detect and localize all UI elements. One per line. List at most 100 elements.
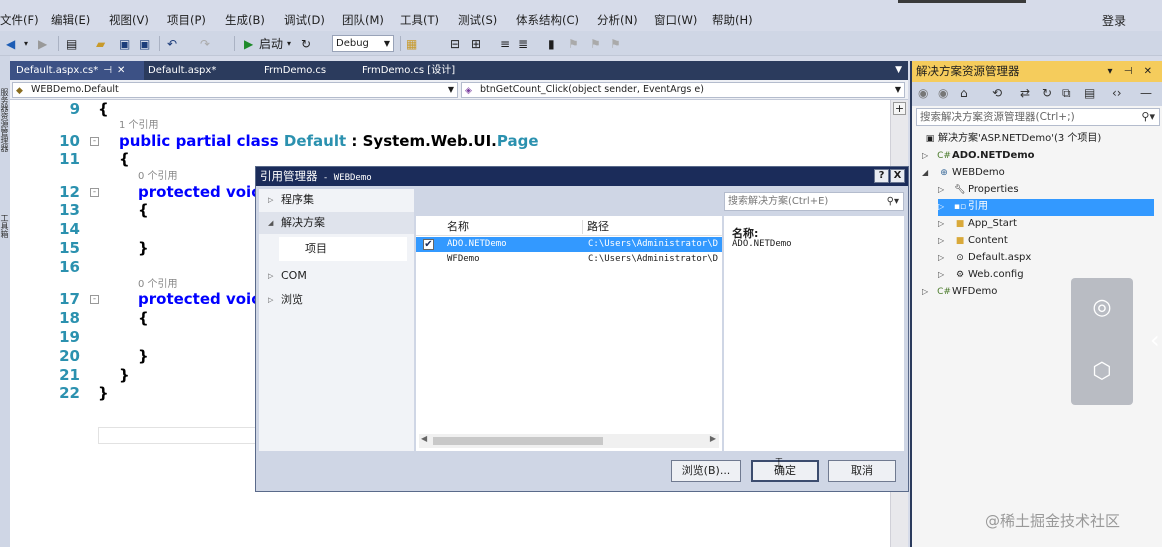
ok-button[interactable]: 确定 [751, 460, 819, 482]
close-icon[interactable]: ✕ [117, 65, 125, 76]
help-button[interactable]: ? [874, 169, 889, 183]
member-selector[interactable]: ◈ btnGetCount_Click(object sender, EventA… [461, 82, 905, 98]
collapse-icon[interactable]: - [90, 295, 99, 304]
scroll-left-icon[interactable]: ◀ [421, 434, 427, 443]
forward-icon[interactable]: ▶ [38, 35, 47, 52]
refresh-icon[interactable]: ↻ [301, 35, 311, 52]
reference-count[interactable]: 1 个引用 [119, 116, 159, 131]
sync-icon[interactable]: ⇄ [1020, 86, 1030, 100]
format-icon[interactable]: ⊞ [471, 35, 481, 52]
align-icon[interactable]: ⊟ [450, 35, 460, 52]
tree-item-wfdemo[interactable]: ▷ C#WFDemo [922, 284, 997, 301]
tree-item-references[interactable]: ▷ ▪▫ 引用 [938, 199, 1154, 216]
pin-icon[interactable]: ⊣ [103, 65, 112, 76]
browse-button[interactable]: 浏览(B)... [671, 460, 741, 482]
tree-item-default-aspx[interactable]: ▷ ⊙ Default.aspx [938, 250, 1031, 267]
expand-icon[interactable]: ▷ [938, 216, 952, 232]
camera-icon[interactable]: ◎ [1088, 294, 1116, 322]
bookmark-icon[interactable]: ▮ [548, 35, 555, 52]
tree-item-ado-netdemo[interactable]: ▷ C#ADO.NETDemo [922, 148, 1035, 165]
nav-solution[interactable]: ◢ 解决方案 [259, 212, 414, 234]
redo-icon[interactable]: ↷ [200, 35, 210, 52]
server-explorer-tab[interactable]: 服务器资源管理器 [0, 88, 10, 152]
expand-icon[interactable]: ▷ [938, 233, 952, 249]
collapse-icon[interactable]: - [90, 137, 99, 146]
back-icon[interactable]: ◀ [6, 35, 15, 52]
tree-item-webdemo[interactable]: ◢ ⊕ WEBDemo [922, 165, 1005, 182]
column-name-header[interactable]: 名称 [447, 218, 469, 236]
open-file-icon[interactable]: ▰ [96, 35, 105, 52]
expand-icon[interactable]: ▷ [938, 199, 952, 215]
bookmark-clear-icon[interactable]: ⚑ [610, 35, 621, 52]
start-icon[interactable]: ▶ [244, 35, 253, 52]
back-icon[interactable]: ◉ [918, 86, 928, 100]
tree-item-content[interactable]: ▷ ■ Content [938, 233, 1008, 250]
tab-overflow-icon[interactable]: ▼ [895, 61, 902, 80]
checkbox-checked[interactable]: ✔ [423, 239, 434, 250]
dialog-search-input[interactable]: 搜索解决方案(Ctrl+E) ⚲▾ [724, 192, 904, 211]
bookmark-prev-icon[interactable]: ⚑ [568, 35, 579, 52]
menu-window[interactable]: 窗口(W) [654, 12, 697, 28]
menu-architecture[interactable]: 体系结构(C) [516, 12, 579, 28]
hexagon-plus-icon[interactable]: ⬡ [1088, 358, 1116, 386]
find-icon[interactable]: ▦ [406, 35, 417, 52]
list-row-ado-netdemo[interactable]: ✔ ADO.NETDemo C:\Users\Administrator\D [416, 237, 722, 252]
panel-controls-icon[interactable]: ▾ ⊣ ✕ [1108, 61, 1156, 82]
menu-help[interactable]: 帮助(H) [712, 12, 753, 28]
menu-build[interactable]: 生成(B) [225, 12, 265, 28]
menu-project[interactable]: 项目(P) [167, 12, 206, 28]
collapse-icon[interactable]: - [90, 188, 99, 197]
menu-analyze[interactable]: 分析(N) [597, 12, 638, 28]
settings-icon[interactable]: — [1140, 86, 1152, 100]
scroll-right-icon[interactable]: ▶ [710, 434, 716, 443]
collapse-all-icon[interactable]: ⧉ [1062, 86, 1071, 101]
save-icon[interactable]: ▣ [119, 35, 130, 52]
nav-com[interactable]: ▷ COM [259, 265, 414, 287]
chevron-left-icon[interactable]: ‹ [1150, 326, 1160, 354]
nav-assemblies[interactable]: ▷ 程序集 [259, 189, 414, 211]
menu-tools[interactable]: 工具(T) [400, 12, 439, 28]
tab-default-aspx-cs[interactable]: Default.aspx.cs* ⊣ ✕ [10, 61, 144, 80]
reference-count[interactable]: 0 个引用 [138, 275, 178, 290]
search-icon[interactable]: ⚲▾ [1141, 109, 1155, 125]
expand-icon[interactable]: ▷ [938, 267, 952, 283]
home-icon[interactable]: ⌂ [960, 86, 968, 100]
column-path-header[interactable]: 路径 [587, 218, 609, 236]
tab-frmdemo-design[interactable]: FrmDemo.cs [设计] [356, 61, 476, 80]
start-button[interactable]: 启动 [259, 35, 283, 52]
chevron-down-icon[interactable]: ▾ [24, 35, 28, 52]
reference-count[interactable]: 0 个引用 [138, 167, 178, 182]
menu-view[interactable]: 视图(V) [109, 12, 149, 28]
cancel-button[interactable]: 取消 [828, 460, 896, 482]
new-project-icon[interactable]: ▤ [66, 35, 77, 52]
solution-explorer-search[interactable]: 搜索解决方案资源管理器(Ctrl+;) ⚲▾ [916, 108, 1160, 126]
expand-icon[interactable]: ▷ [922, 284, 936, 300]
menu-team[interactable]: 团队(M) [342, 12, 384, 28]
close-button[interactable]: X [890, 169, 905, 183]
refresh-icon[interactable]: ↻ [1042, 86, 1052, 100]
expand-icon[interactable]: ▷ [938, 182, 952, 198]
expand-icon[interactable]: ▷ [938, 250, 952, 266]
tree-item-app-start[interactable]: ▷ ■ App_Start [938, 216, 1017, 233]
view-code-icon[interactable]: ‹› [1112, 86, 1122, 100]
login-link[interactable]: 登录 [1102, 12, 1126, 29]
menu-edit[interactable]: 编辑(E) [51, 12, 90, 28]
history-icon[interactable]: ⟲ [992, 86, 1002, 100]
nav-projects[interactable]: 项目 [279, 237, 407, 261]
tab-frmdemo-cs[interactable]: FrmDemo.cs [258, 61, 354, 80]
bookmark-next-icon[interactable]: ⚑ [590, 35, 601, 52]
scroll-thumb[interactable] [433, 437, 603, 445]
tree-item-properties[interactable]: ▷ 🔧︎ Properties [938, 182, 1019, 199]
menu-test[interactable]: 测试(S) [458, 12, 497, 28]
list-horizontal-scrollbar[interactable]: ◀ ▶ [419, 434, 719, 448]
show-all-files-icon[interactable]: ▤ [1084, 86, 1095, 100]
collapse-icon[interactable]: ◢ [922, 165, 936, 181]
toolbox-tab[interactable]: 工具箱 [0, 214, 10, 238]
chevron-down-icon[interactable]: ▾ [287, 35, 291, 52]
menu-debug[interactable]: 调试(D) [284, 12, 325, 28]
comment-icon[interactable]: ≡ [500, 35, 510, 52]
list-row-wfdemo[interactable]: WFDemo C:\Users\Administrator\D [416, 252, 722, 267]
save-all-icon[interactable]: ▣ [139, 35, 150, 52]
tree-item-solution[interactable]: ▣ 解决方案'ASP.NETDemo'(3 个项目) [922, 131, 1102, 148]
undo-icon[interactable]: ↶ [167, 35, 177, 52]
